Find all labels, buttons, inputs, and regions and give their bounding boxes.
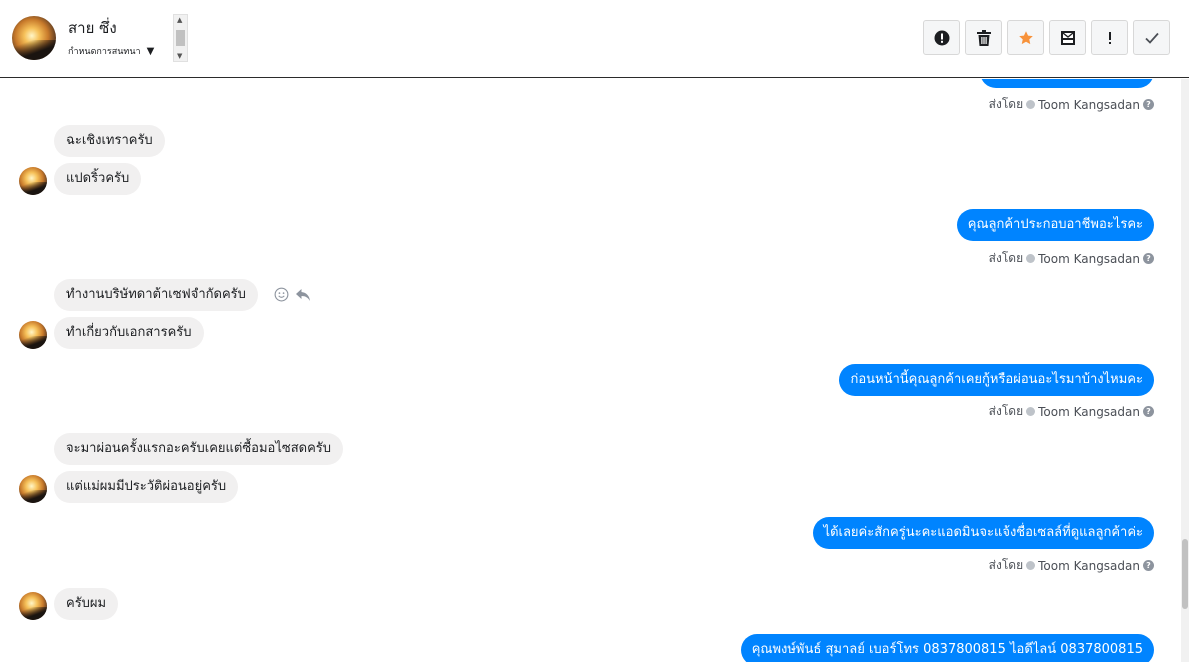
- agent-name[interactable]: Toom Kangsadan: [1038, 405, 1140, 419]
- conversation-dropdown-label: กำหนดการสนทนา: [68, 47, 141, 57]
- dropdown-scrollbar[interactable]: ▲ ▼: [173, 14, 188, 62]
- mark-done-button[interactable]: [1133, 20, 1170, 55]
- contact-avatar-small[interactable]: [19, 475, 47, 503]
- sent-by-line: ส่งโดย Toom Kangsadan ?: [989, 95, 1154, 114]
- help-icon[interactable]: ?: [1143, 99, 1154, 110]
- sent-by-label: ส่งโดย: [988, 404, 1024, 418]
- incoming-message-bubble[interactable]: ฉะเชิงเทราครับ: [54, 125, 165, 157]
- message-actions: [274, 287, 311, 302]
- scroll-down-arrow-icon[interactable]: ▼: [177, 52, 182, 60]
- agent-status-icon: [1026, 100, 1036, 109]
- conversation-header: สาย ซึ่ง กำหนดการสนทนา ▼ ▲ ▼: [0, 0, 1189, 78]
- alert-circle-icon: [934, 30, 949, 45]
- contact-avatar-small[interactable]: [19, 592, 47, 620]
- incoming-message-bubble[interactable]: ทำงานบริษัทดาต้าเซฟจำกัดครับ: [54, 279, 258, 311]
- scroll-up-arrow-icon[interactable]: ▲: [177, 16, 182, 24]
- help-icon[interactable]: ?: [1143, 560, 1154, 571]
- sent-by-label: ส่งโดย: [988, 558, 1024, 572]
- outgoing-message-bubble[interactable]: คุณลูกค้าประกอบอาชีพอะไรคะ: [956, 209, 1154, 241]
- agent-status-icon: [1026, 561, 1036, 570]
- conversation-dropdown[interactable]: กำหนดการสนทนา ▼: [68, 44, 154, 58]
- star-icon: [1018, 30, 1033, 44]
- help-icon[interactable]: ?: [1143, 406, 1154, 417]
- sent-by-line: ส่งโดย Toom Kangsadan ?: [989, 249, 1154, 268]
- help-icon[interactable]: ?: [1143, 253, 1154, 264]
- agent-status-icon: [1026, 407, 1036, 416]
- caret-down-icon: ▼: [146, 45, 155, 57]
- contact-name[interactable]: สาย ซึ่ง: [68, 16, 117, 40]
- outgoing-message-bubble[interactable]: ก่อนหน้านี้คุณลูกค้าเคยกู้หรือผ่อนอะไรมา…: [839, 364, 1154, 396]
- incoming-message-bubble[interactable]: จะมาผ่อนครั้งแรกอะครับเคยแต่ซื้อมอไซสดคร…: [54, 433, 344, 465]
- exclamation-icon: [1108, 31, 1111, 44]
- trash-icon: [976, 29, 991, 46]
- contact-avatar-small[interactable]: [19, 321, 47, 349]
- agent-name[interactable]: Toom Kangsadan: [1038, 559, 1140, 573]
- outgoing-message-bubble[interactable]: คุณพงษ์พันธ์ สุมาลย์ เบอร์โทร 0837800815…: [740, 634, 1154, 662]
- agent-name[interactable]: Toom Kangsadan: [1038, 252, 1140, 266]
- sent-by-line: ส่งโดย Toom Kangsadan ?: [989, 556, 1154, 575]
- contact-avatar-small[interactable]: [19, 167, 47, 195]
- outgoing-message-bubble[interactable]: [980, 79, 1154, 88]
- outgoing-message-bubble[interactable]: ได้เลยค่ะสักครู่นะคะแอดมินจะแจ้งชื่อเซลล…: [812, 517, 1154, 549]
- star-button[interactable]: [1007, 20, 1044, 55]
- sent-by-label: ส่งโดย: [988, 97, 1024, 111]
- emoji-reaction-icon[interactable]: [274, 287, 289, 302]
- scroll-thumb[interactable]: [1182, 539, 1188, 609]
- incoming-message-bubble[interactable]: ครับผม: [54, 588, 119, 620]
- thread-scrollbar[interactable]: [1181, 79, 1189, 662]
- sent-by-label: ส่งโดย: [988, 251, 1024, 265]
- report-spam-button[interactable]: [923, 20, 960, 55]
- agent-status-icon: [1026, 254, 1036, 263]
- contact-avatar[interactable]: [12, 16, 56, 60]
- reply-icon[interactable]: [295, 288, 311, 302]
- delete-button[interactable]: [965, 20, 1002, 55]
- incoming-message-bubble[interactable]: ทำเกี่ยวกับเอกสารครับ: [54, 317, 204, 349]
- agent-name[interactable]: Toom Kangsadan: [1038, 98, 1140, 112]
- scroll-thumb[interactable]: [176, 30, 185, 46]
- incoming-message-bubble[interactable]: แต่แม่ผมมีประวัติผ่อนอยู่ครับ: [54, 471, 239, 503]
- message-thread[interactable]: ส่งโดย Toom Kangsadan ? ฉะเชิงเทราครับ แ…: [0, 79, 1181, 662]
- archive-icon: [1060, 30, 1075, 45]
- check-icon: [1144, 32, 1159, 44]
- archive-button[interactable]: [1049, 20, 1086, 55]
- conversation-toolbar: [923, 20, 1170, 55]
- sent-by-line: ส่งโดย Toom Kangsadan ?: [989, 402, 1154, 421]
- mark-important-button[interactable]: [1091, 20, 1128, 55]
- incoming-message-bubble[interactable]: แปดริ้วครับ: [54, 163, 142, 195]
